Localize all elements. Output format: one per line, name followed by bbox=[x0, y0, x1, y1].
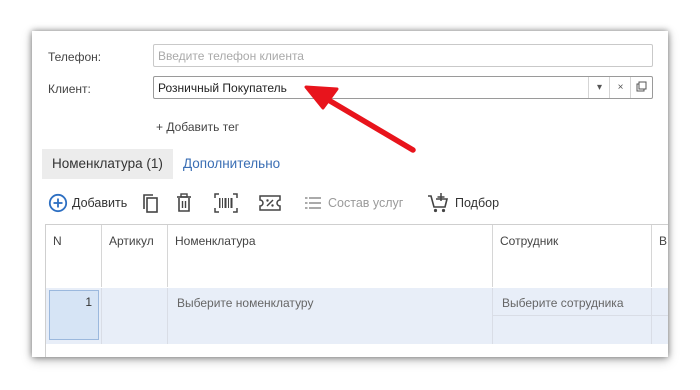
table-row[interactable]: 1 Выберите номенклатуру Выберите сотрудн… bbox=[46, 288, 668, 344]
close-icon: × bbox=[617, 82, 624, 93]
plus-circle-icon bbox=[48, 193, 68, 213]
coupon-icon bbox=[259, 195, 281, 211]
list-icon bbox=[305, 197, 321, 209]
items-table: N Артикул Номенклатура Сотрудник В 1 Выб… bbox=[45, 224, 668, 357]
cart-icon bbox=[428, 193, 449, 213]
cell-employee[interactable]: Выберите сотрудника bbox=[493, 288, 652, 344]
client-value: Розничный Покупатель bbox=[158, 81, 287, 95]
client-label: Клиент: bbox=[48, 82, 91, 96]
chevron-down-icon: ▾ bbox=[596, 82, 603, 93]
copy-button[interactable] bbox=[140, 191, 160, 215]
pick-button-label: Подбор bbox=[455, 196, 500, 210]
item-placeholder: Выберите номенклатуру bbox=[177, 296, 314, 310]
client-field[interactable]: Розничный Покупатель ▾ × bbox=[153, 76, 653, 99]
add-button[interactable]: Добавить bbox=[48, 191, 127, 215]
pick-button[interactable]: Подбор bbox=[427, 191, 499, 215]
column-header-employee[interactable]: Сотрудник bbox=[493, 225, 652, 287]
copy-icon bbox=[143, 194, 158, 213]
add-tag-link[interactable]: + Добавить тег bbox=[156, 120, 239, 134]
delete-button[interactable] bbox=[175, 191, 193, 215]
client-clear-button[interactable]: × bbox=[609, 77, 631, 98]
coupon-button[interactable] bbox=[259, 191, 281, 215]
column-header-item[interactable]: Номенклатура bbox=[168, 225, 493, 287]
client-open-button[interactable] bbox=[630, 77, 652, 98]
phone-field[interactable] bbox=[153, 44, 653, 67]
employee-placeholder: Выберите сотрудника bbox=[502, 296, 624, 310]
add-button-label: Добавить bbox=[72, 196, 128, 210]
barcode-icon bbox=[214, 193, 238, 213]
services-button[interactable]: Состав услуг bbox=[304, 191, 403, 215]
phone-input[interactable] bbox=[154, 45, 652, 66]
cell-article[interactable] bbox=[102, 288, 168, 344]
open-window-icon bbox=[636, 81, 647, 95]
tab-additional[interactable]: Дополнительно bbox=[183, 149, 280, 179]
barcode-button[interactable] bbox=[214, 191, 238, 215]
cell-n[interactable]: 1 bbox=[46, 288, 102, 344]
tab-nomenclature[interactable]: Номенклатура (1) bbox=[42, 149, 173, 179]
cell-divider bbox=[493, 315, 651, 316]
cell-extra[interactable] bbox=[652, 288, 668, 344]
delete-icon bbox=[177, 193, 191, 212]
phone-label: Телефон: bbox=[48, 50, 102, 64]
document-form: Телефон: Клиент: Розничный Покупатель ▾ … bbox=[32, 31, 668, 357]
column-header-article[interactable]: Артикул bbox=[102, 225, 168, 287]
column-header-n[interactable]: N bbox=[46, 225, 102, 287]
column-header-extra[interactable]: В bbox=[652, 225, 668, 287]
table-header: N Артикул Номенклатура Сотрудник В bbox=[46, 225, 668, 289]
cell-divider bbox=[652, 315, 668, 316]
client-dropdown-button[interactable]: ▾ bbox=[588, 77, 610, 98]
row-number[interactable]: 1 bbox=[49, 290, 99, 340]
table-toolbar: Добавить Состав услуг Подбор bbox=[32, 191, 668, 215]
cell-item[interactable]: Выберите номенклатуру bbox=[168, 288, 493, 344]
services-button-label: Состав услуг bbox=[328, 196, 404, 210]
